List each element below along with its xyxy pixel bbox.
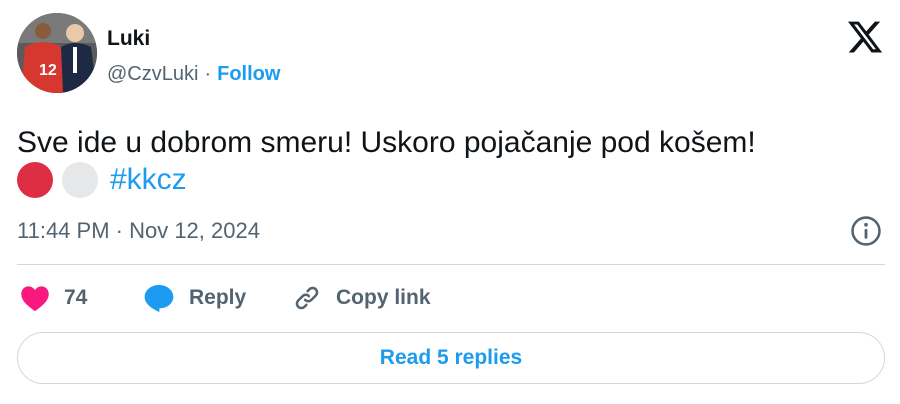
white-circle-emoji [62,162,98,198]
red-circle-emoji [17,162,53,198]
avatar[interactable]: 12 [17,13,97,93]
like-count: 74 [64,286,88,309]
divider [17,264,885,265]
jersey-number: 12 [39,62,57,79]
author-name[interactable]: Luki [107,27,150,51]
author-handle[interactable]: @CzvLuki [107,63,198,85]
copy-link-label: Copy link [336,286,431,309]
tweet-emoji-line: #kkcz [17,160,187,200]
reply-button[interactable]: Reply [143,280,246,316]
tweet-timestamp[interactable]: 11:44 PM · Nov 12, 2024 [17,218,260,244]
author-handle-line: @CzvLuki · Follow [107,63,280,86]
read-replies-label: Read 5 replies [379,346,523,369]
follow-button[interactable]: Follow [217,63,280,85]
profile-photo: 12 [17,13,97,93]
link-icon [295,286,319,310]
separator-dot: · [204,63,212,85]
read-replies-button[interactable]: Read 5 replies [17,332,885,384]
hashtag-link[interactable]: #kkcz [110,163,187,197]
info-icon[interactable] [849,214,883,248]
tweet-card: 12 Luki @CzvLuki · Follow Sve ide u dobrom… [0,0,900,404]
like-button[interactable]: 74 [20,280,87,316]
heart-icon [21,286,49,312]
reply-bubble-icon [144,284,174,312]
copy-link-button[interactable]: Copy link [292,280,431,316]
reply-label: Reply [189,286,247,309]
tweet-text: Sve ide u dobrom smeru! Uskoro pojačanje… [17,126,756,159]
x-logo-icon[interactable] [846,18,884,56]
